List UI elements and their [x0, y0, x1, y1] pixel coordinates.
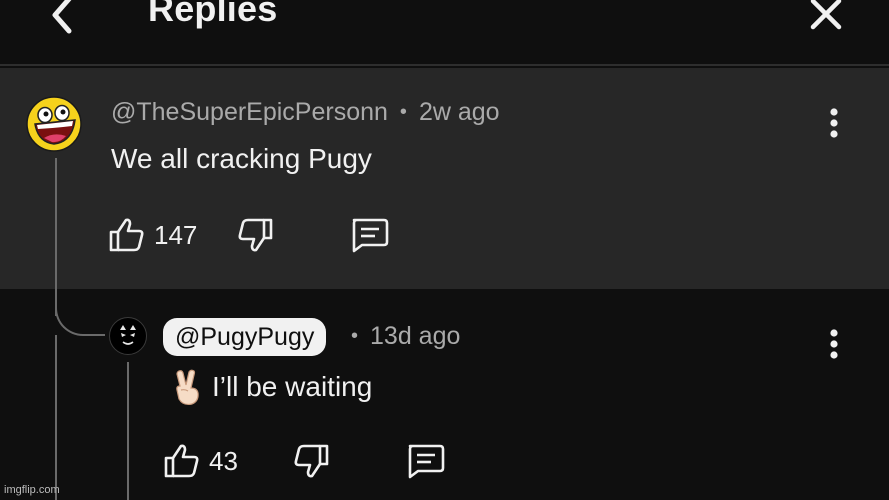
comment-author[interactable]: @TheSuperEpicPersonn [111, 98, 388, 127]
comment-meta: @TheSuperEpicPersonn • 2w ago [111, 98, 500, 127]
more-vertical-icon [830, 329, 838, 359]
thumbs-up-icon [109, 218, 144, 252]
reply-text-row: I’ll be waiting [170, 368, 372, 406]
like-count: 43 [209, 445, 238, 476]
thread-line [127, 362, 129, 500]
dislike-button[interactable] [236, 216, 274, 254]
watermark: imgflip.com [4, 484, 60, 496]
comment-icon [408, 444, 445, 479]
thread-line [55, 335, 57, 500]
thumbs-down-icon [294, 444, 329, 478]
avatar[interactable] [26, 96, 82, 152]
dark-cat-avatar-icon [120, 325, 136, 345]
close-button[interactable] [800, 0, 850, 40]
reply-button[interactable] [348, 216, 390, 254]
meta-separator: • [351, 325, 359, 347]
victory-hand-icon [176, 369, 199, 406]
awesome-face-icon [26, 96, 82, 152]
comment-text: We all cracking Pugy [111, 143, 372, 174]
reply-button[interactable] [404, 442, 446, 480]
more-options-button[interactable] [824, 324, 844, 364]
comment-icon [352, 218, 389, 253]
thread-connector [55, 290, 105, 336]
like-count: 147 [154, 219, 198, 250]
dislike-button[interactable] [292, 442, 330, 480]
comment-time: 2w ago [418, 98, 500, 126]
back-button[interactable] [40, 0, 84, 40]
header-bar: Replies [0, 0, 889, 66]
page-title: Replies [148, 0, 278, 29]
reply-meta: • 13d ago [351, 322, 460, 351]
close-icon [810, 0, 842, 30]
reply-author-pill[interactable]: @PugyPugy [163, 318, 327, 356]
more-options-button[interactable] [824, 103, 844, 143]
meta-separator: • [399, 101, 407, 123]
like-button[interactable]: 43 [163, 442, 238, 480]
reply-time: 13d ago [370, 322, 461, 350]
like-button[interactable]: 147 [108, 216, 197, 254]
avatar[interactable] [109, 317, 147, 355]
thumbs-down-icon [238, 218, 273, 252]
reply-text: I’ll be waiting [212, 371, 373, 402]
more-vertical-icon [830, 108, 838, 138]
thumbs-up-icon [164, 444, 199, 478]
chevron-left-icon [52, 0, 72, 34]
